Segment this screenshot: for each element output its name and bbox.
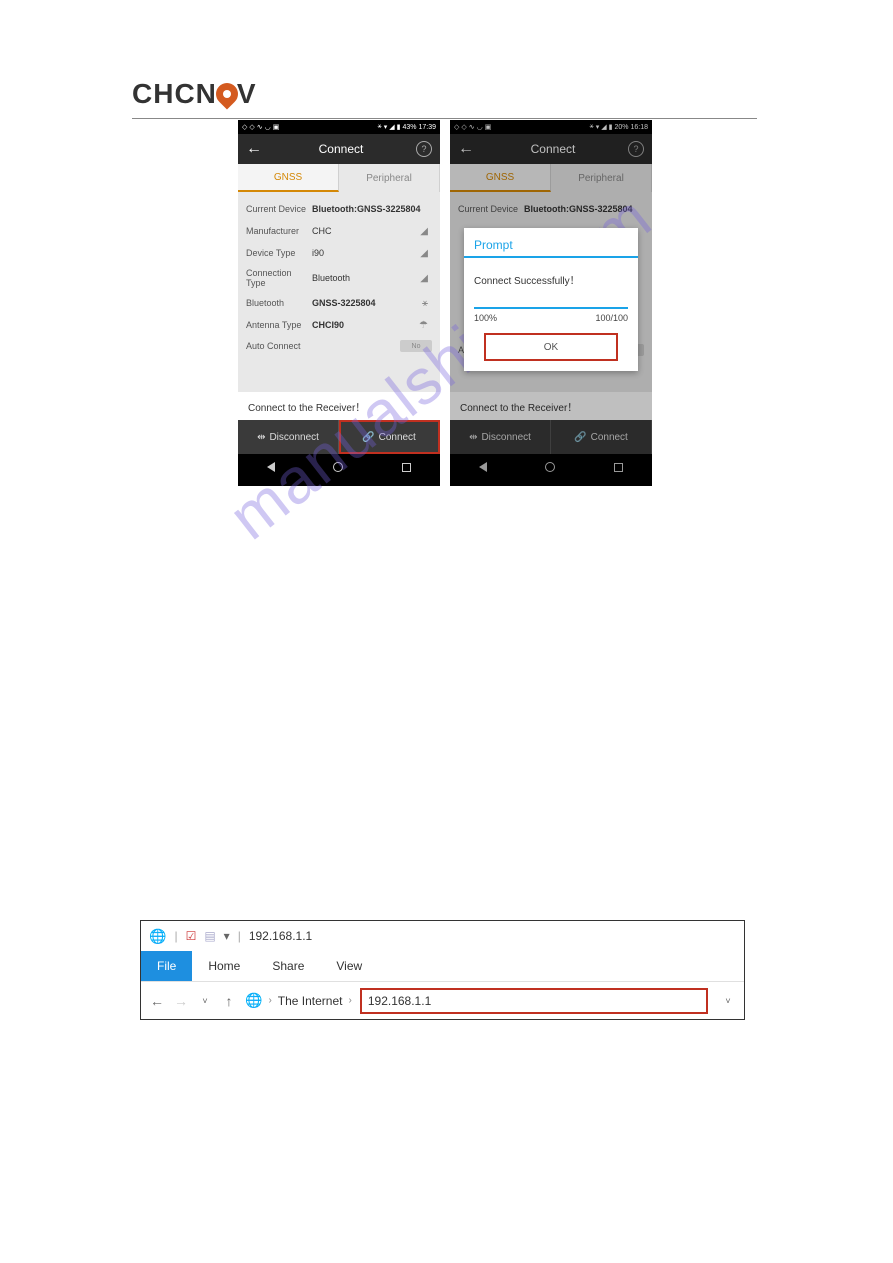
connection-type-value[interactable]: Bluetooth [312,273,432,283]
disconnect-button[interactable]: ⇹Disconnect [238,420,339,454]
current-device-label: Current Device [458,204,524,214]
internet-icon: 🌐 [245,992,262,1009]
progress-count: 100/100 [595,313,628,323]
status-bar: ◇◇∿◡▣ ⚹ ▾ ◢ ▮ 43% 17:39 [238,120,440,134]
unlink-icon: ⇹ [257,432,265,443]
chevron-right-icon: › [268,995,271,1006]
progress-percent: 100% [474,313,497,323]
menu-view[interactable]: View [320,951,378,981]
tab-peripheral[interactable]: Peripheral [551,164,652,192]
signal-icon: ◢ [389,123,394,131]
menu-home[interactable]: Home [192,951,256,981]
android-navbar [450,454,652,480]
help-icon[interactable]: ? [628,141,644,157]
screenshot-phone-prompt: ◇◇∿◡▣ ⚹ ▾ ◢ ▮ 20% 16:18 ← Connect ? GNSS… [450,120,652,486]
unlink-icon: ⇹ [469,432,477,443]
prompt-dialog: Prompt Connect Successfully！ 100% 100/10… [464,228,638,371]
dialog-title: Prompt [464,228,638,258]
brand-logo: CHCN V [132,78,257,109]
hint-text: Connect to the Receiver！ [238,392,440,420]
connect-button[interactable]: 🔗Connect [551,420,652,454]
bluetooth-icon: ⚹ [377,123,381,131]
current-device-value: Bluetooth:GNSS-3225804 [312,204,432,214]
wifi-icon: ▾ [384,123,388,131]
app-bar: ← Connect ? [238,134,440,164]
nav-recent-icon[interactable] [402,463,411,472]
current-device-label: Current Device [246,204,312,214]
appbar-title: Connect [478,142,628,156]
current-device-value: Bluetooth:GNSS-3225804 [524,204,644,214]
nav-home-icon[interactable] [545,462,555,472]
menu-share[interactable]: Share [256,951,320,981]
logo-prefix: CHCN [132,78,217,109]
nav-back-icon[interactable] [479,462,487,472]
device-type-value[interactable]: i90 [312,248,432,258]
checkbox-icon[interactable]: ☑ [186,929,197,943]
address-dropdown[interactable]: ˅ [720,996,736,1006]
nav-forward-arrow[interactable]: → [173,993,189,1009]
nav-recent-icon[interactable] [614,463,623,472]
tab-gnss[interactable]: GNSS [450,164,551,192]
antenna-type-label: Antenna Type [246,320,312,330]
clock-text: 17:39 [418,124,436,131]
folder-icon: ▤ [204,929,215,943]
bluetooth-value[interactable]: GNSS-3225804 [312,298,432,308]
clock-text: 16:18 [630,124,648,131]
dropdown-icon[interactable]: ◢ [420,273,428,284]
link-icon: 🔗 [362,432,374,443]
battery-icon: ▮ [609,123,613,131]
signal-icon: ◢ [601,123,606,131]
battery-text: 43% [402,124,416,131]
manufacturer-label: Manufacturer [246,226,312,236]
link-icon: 🔗 [574,432,586,443]
manufacturer-value[interactable]: CHC [312,226,432,236]
auto-connect-label: Auto Connect [246,341,301,351]
breadcrumb-internet[interactable]: The Internet [278,994,343,1008]
menu-file[interactable]: File [141,951,192,981]
nav-up-arrow[interactable]: ↑ [221,993,237,1009]
hint-text: Connect to the Receiver！ [450,392,652,420]
status-bar: ◇◇∿◡▣ ⚹ ▾ ◢ ▮ 20% 16:18 [450,120,652,134]
window-title: 192.168.1.1 [249,929,312,943]
disconnect-button[interactable]: ⇹Disconnect [450,420,551,454]
logo-suffix: V [237,78,257,109]
connect-button[interactable]: 🔗Connect [339,420,440,454]
bluetooth-icon: ⚹ [422,298,428,309]
tab-gnss[interactable]: GNSS [238,164,339,192]
nav-home-icon[interactable] [333,462,343,472]
network-icon: 🌐 [149,928,166,945]
bluetooth-icon: ⚹ [589,123,593,131]
appbar-title: Connect [266,142,416,156]
dialog-ok-button[interactable]: OK [484,333,618,361]
page-header: CHCN V [132,78,757,119]
dropdown-icon[interactable]: ◢ [420,226,428,237]
dropdown-icon[interactable]: ◢ [420,248,428,259]
address-bar[interactable]: 192.168.1.1 [360,988,708,1014]
explorer-window: 🌐 | ☑ ▤ ▾ | 192.168.1.1 File Home Share … [140,920,745,1020]
bluetooth-label: Bluetooth [246,298,312,308]
nav-history-dropdown[interactable]: ˅ [197,996,213,1006]
screenshot-phone-connect: ◇◇∿◡▣ ⚹ ▾ ◢ ▮ 43% 17:39 ← Connect ? GNSS… [238,120,440,486]
battery-icon: ▮ [397,123,401,131]
battery-text: 20% [614,124,628,131]
auto-connect-toggle[interactable]: No [400,340,432,352]
back-icon[interactable]: ← [246,140,266,158]
tab-peripheral[interactable]: Peripheral [339,164,440,192]
help-icon[interactable]: ? [416,141,432,157]
chevron-right-icon: › [349,995,352,1006]
antenna-type-value[interactable]: CHCI90 [312,320,432,330]
connection-type-label: Connection Type [246,268,312,288]
nav-back-arrow[interactable]: ← [149,993,165,1009]
app-bar: ← Connect ? [450,134,652,164]
antenna-icon: ☂ [419,320,428,331]
nav-back-icon[interactable] [267,462,275,472]
device-type-label: Device Type [246,248,312,258]
back-icon[interactable]: ← [458,140,478,158]
android-navbar [238,454,440,480]
wifi-icon: ▾ [596,123,600,131]
dialog-message: Connect Successfully！ [464,258,638,301]
